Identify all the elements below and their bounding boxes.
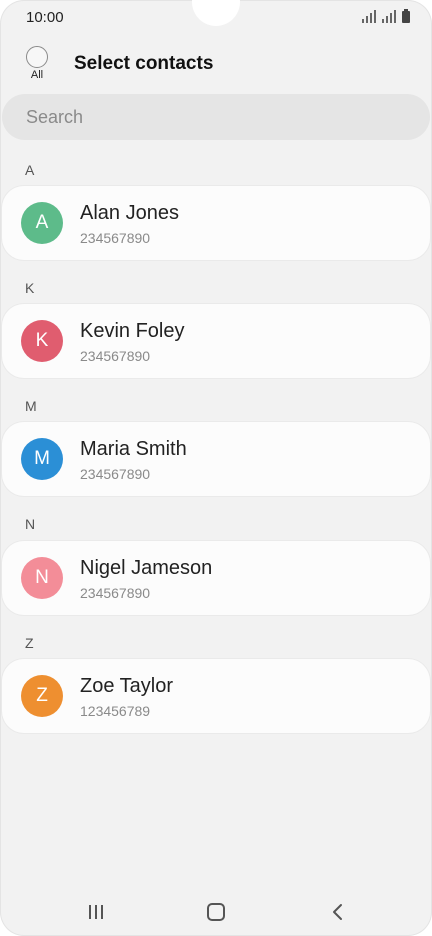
page-title: Select contacts xyxy=(74,53,214,74)
signal-icon xyxy=(362,10,376,23)
contact-name: Alan Jones xyxy=(80,202,179,224)
recents-button[interactable] xyxy=(81,900,111,924)
home-button[interactable] xyxy=(201,900,231,924)
select-all-checkbox[interactable]: All xyxy=(24,46,50,81)
contact-number: 234567890 xyxy=(80,466,151,482)
contact-number: 234567890 xyxy=(80,348,151,364)
contact-item-nigel-jameson[interactable]: N Nigel Jameson 234567890 xyxy=(2,541,430,615)
section-header-z: Z xyxy=(25,635,34,651)
section-header-a: A xyxy=(25,162,35,178)
navigation-bar xyxy=(0,890,432,934)
home-icon xyxy=(207,903,225,921)
contact-number: 234567890 xyxy=(80,585,151,601)
status-bar: 10:00 xyxy=(0,0,432,34)
contact-name: Nigel Jameson xyxy=(80,557,213,579)
header: All Select contacts xyxy=(0,40,432,90)
section-header-k: K xyxy=(25,280,35,296)
contact-name: Zoe Taylor xyxy=(80,675,174,697)
checkbox-circle-icon[interactable] xyxy=(26,46,48,68)
avatar: Z xyxy=(21,675,63,717)
recents-icon xyxy=(89,905,103,919)
signal-icon xyxy=(382,10,396,23)
section-header-m: M xyxy=(25,398,37,414)
search-bar[interactable] xyxy=(2,94,430,140)
avatar: A xyxy=(21,202,63,244)
avatar: N xyxy=(21,557,63,599)
contact-name: Kevin Foley xyxy=(80,320,185,342)
select-all-label: All xyxy=(30,69,44,81)
back-button[interactable] xyxy=(323,900,353,924)
contact-number: 123456789 xyxy=(80,703,151,719)
search-input[interactable] xyxy=(2,94,406,140)
contact-item-zoe-taylor[interactable]: Z Zoe Taylor 123456789 xyxy=(2,659,430,733)
avatar: M xyxy=(21,438,63,480)
contact-item-maria-smith[interactable]: M Maria Smith 234567890 xyxy=(2,422,430,496)
back-icon xyxy=(333,904,342,920)
phone-screen: 10:00 All Select contacts A A Alan Jones… xyxy=(0,0,432,936)
battery-icon xyxy=(402,9,410,23)
contact-name: Maria Smith xyxy=(80,438,187,460)
avatar: K xyxy=(21,320,63,362)
section-header-n: N xyxy=(25,516,36,532)
contact-number: 234567890 xyxy=(80,230,151,246)
status-time: 10:00 xyxy=(26,9,64,26)
status-icons xyxy=(362,9,410,23)
camera-notch xyxy=(192,0,240,26)
contact-item-alan-jones[interactable]: A Alan Jones 234567890 xyxy=(2,186,430,260)
contact-item-kevin-foley[interactable]: K Kevin Foley 234567890 xyxy=(2,304,430,378)
